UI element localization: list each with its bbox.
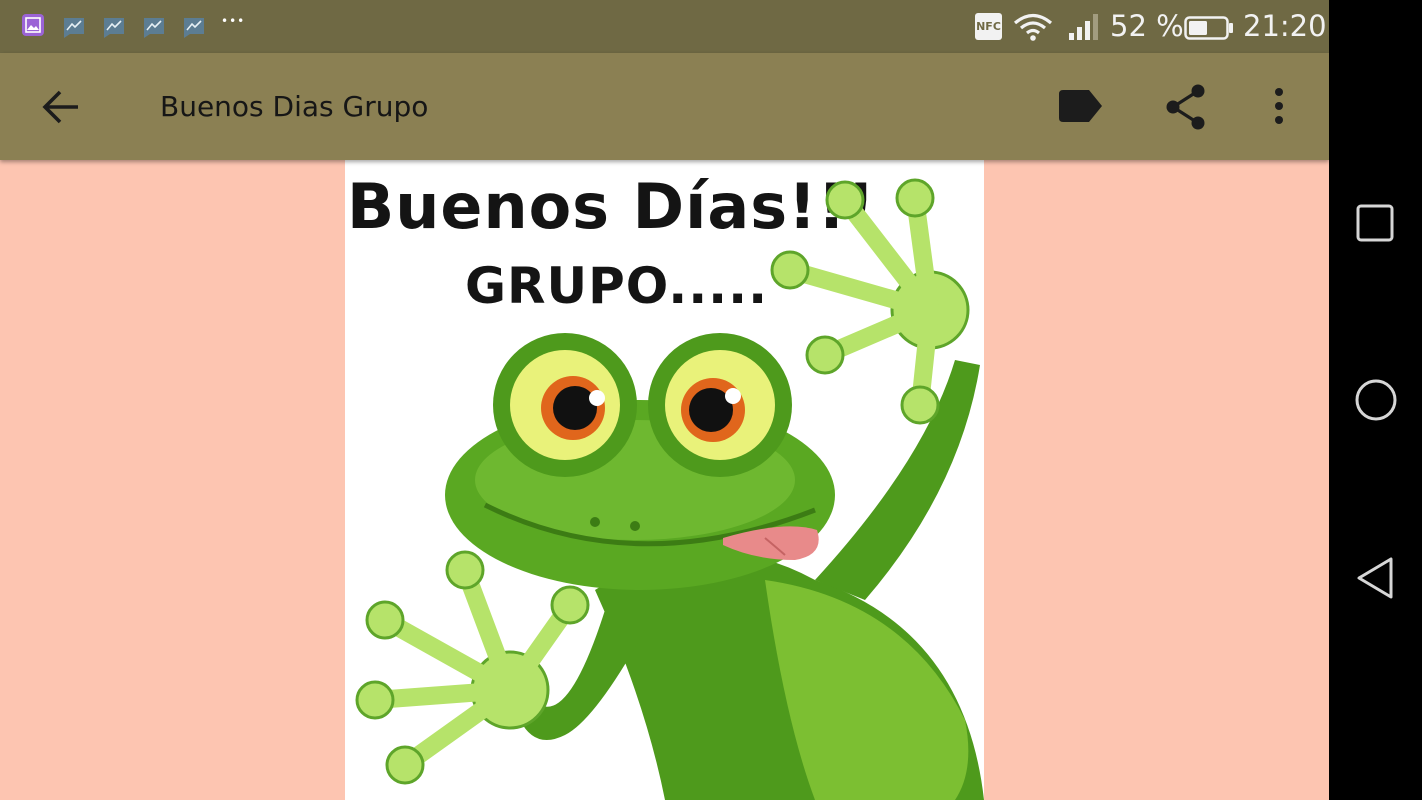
frog-illustration [355, 178, 984, 800]
chart-icon [182, 14, 206, 42]
nav-back-button[interactable] [1355, 556, 1395, 604]
chart-icon [62, 14, 86, 42]
status-bar: ••• NFC 52 % 21:20 [0, 0, 1329, 53]
nfc-label: NFC [976, 20, 1001, 33]
recents-icon [1356, 204, 1394, 242]
share-button[interactable] [1164, 83, 1210, 135]
navigation-bar [1329, 0, 1422, 800]
clock: 21:20 [1243, 9, 1327, 43]
content-area: Buenos Días!!! GRUPO..... [0, 160, 1329, 800]
label-icon [1059, 90, 1102, 122]
recents-button[interactable] [1355, 203, 1395, 247]
arrow-back-icon [42, 90, 78, 124]
share-icon [1166, 84, 1205, 130]
battery-icon [1184, 16, 1234, 44]
app-bar: Buenos Dias Grupo [0, 53, 1329, 160]
back-arrow-button[interactable] [40, 86, 84, 130]
gallery-icon [22, 14, 44, 36]
back-icon [1357, 557, 1393, 599]
home-button[interactable] [1355, 379, 1397, 425]
more-options-button[interactable] [1268, 86, 1290, 132]
signal-icon [1068, 13, 1102, 45]
battery-percent: 52 % [1110, 9, 1184, 43]
wifi-icon [1012, 12, 1054, 46]
label-button[interactable] [1057, 89, 1105, 127]
more-vert-icon [1275, 88, 1283, 124]
chart-icon [102, 14, 126, 42]
page-title: Buenos Dias Grupo [160, 90, 429, 123]
home-icon [1355, 379, 1397, 421]
chart-icon [142, 14, 166, 42]
overflow-dots: ••• [221, 14, 246, 28]
greeting-image[interactable]: Buenos Días!!! GRUPO..... [345, 160, 984, 800]
nfc-icon: NFC [975, 13, 1002, 40]
